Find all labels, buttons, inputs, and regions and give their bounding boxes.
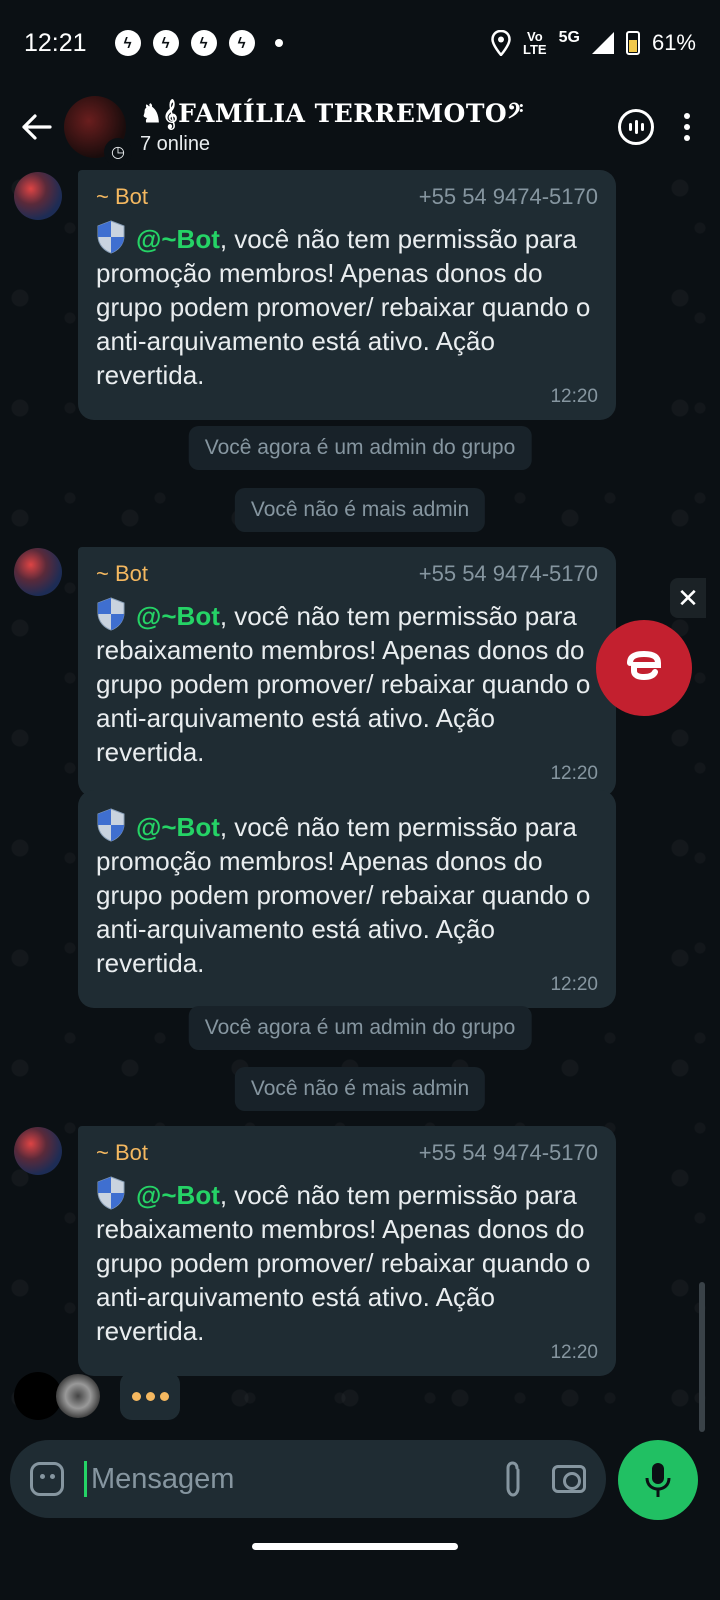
system-message: Você agora é um admin do grupo: [188, 426, 532, 470]
sender-phone: +55 54 9474-5170: [418, 1140, 598, 1165]
home-gesture-pill[interactable]: [252, 1543, 458, 1550]
text-caret: [84, 1461, 87, 1497]
status-bar: 12:21 ϟ ϟ ϟ ϟ Vo LTE 5G 61%: [0, 0, 720, 86]
paperclip-icon[interactable]: [500, 1460, 526, 1498]
signal-icon: [591, 32, 614, 54]
sticker-icon[interactable]: [30, 1462, 64, 1496]
battery-percent: 61%: [651, 30, 696, 55]
more-notifications-dot: [274, 39, 283, 47]
group-info[interactable]: ♞𝄞FAMÍLIA TERREMOTO𝄢 7 online: [140, 99, 524, 156]
network-type: 5G: [558, 29, 580, 46]
status-time: 12:21: [24, 28, 87, 57]
battery-icon: [625, 31, 640, 55]
notification-icons: ϟ ϟ ϟ ϟ: [114, 30, 283, 56]
message-bubble[interactable]: ~ Bot +55 54 9474-5170 @~Bot, você não t…: [78, 1126, 616, 1376]
message-text: @~Bot, você não tem permissão para promo…: [96, 808, 598, 980]
voice-chat-icon[interactable]: [618, 109, 654, 145]
scrollbar-thumb[interactable]: [699, 1282, 705, 1432]
floating-app-bubble[interactable]: [596, 620, 692, 716]
messenger-icon: ϟ: [190, 30, 217, 56]
message-text: @~Bot, você não tem permissão para promo…: [96, 220, 598, 392]
bot-avatar[interactable]: [14, 548, 62, 596]
messenger-icon: ϟ: [114, 30, 141, 56]
bot-avatar[interactable]: [14, 1127, 62, 1175]
camera-icon[interactable]: [552, 1465, 586, 1493]
more-vert-icon[interactable]: [684, 113, 690, 141]
typing-indicator: [14, 1372, 180, 1420]
sender-name[interactable]: ~ Bot: [96, 1140, 148, 1166]
mic-button[interactable]: [618, 1440, 698, 1520]
location-icon: [491, 30, 511, 56]
group-avatar[interactable]: ◷: [64, 96, 132, 166]
status-right: Vo LTE 5G 61%: [491, 29, 696, 57]
group-title: ♞𝄞FAMÍLIA TERREMOTO𝄢: [140, 98, 524, 128]
sender-phone: +55 54 9474-5170: [418, 561, 598, 586]
shield-icon: [97, 597, 125, 631]
message-bubble[interactable]: ~ Bot +55 54 9474-5170 @~Bot, você não t…: [78, 170, 616, 420]
shield-icon: [97, 1176, 125, 1210]
system-navigation-bar: [0, 1528, 720, 1600]
messenger-icon: ϟ: [228, 30, 255, 56]
mention-link[interactable]: @~Bot: [136, 601, 220, 631]
volte-indicator: Vo LTE: [523, 29, 547, 57]
disappearing-timer-icon: ◷: [104, 138, 132, 166]
message-bubble[interactable]: ~ Bot +55 54 9474-5170 @~Bot, você não t…: [78, 547, 616, 797]
arrow-back-icon[interactable]: [10, 100, 64, 154]
close-icon[interactable]: ✕: [670, 578, 706, 618]
mention-link[interactable]: @~Bot: [136, 1180, 220, 1210]
group-subtitle: 7 online: [140, 132, 211, 155]
system-message: Você não é mais admin: [234, 1067, 486, 1111]
typing-dots: [120, 1372, 180, 1420]
messenger-icon: ϟ: [152, 30, 179, 56]
system-message: Você agora é um admin do grupo: [188, 1006, 532, 1050]
system-message: Você não é mais admin: [234, 488, 486, 532]
message-text: @~Bot, você não tem permissão para rebai…: [96, 1176, 598, 1348]
mention-link[interactable]: @~Bot: [136, 224, 220, 254]
message-text: @~Bot, você não tem permissão para rebai…: [96, 597, 598, 769]
typing-user-avatar[interactable]: [14, 1372, 62, 1420]
message-bubble[interactable]: @~Bot, você não tem permissão para promo…: [78, 790, 616, 1008]
sender-name[interactable]: ~ Bot: [96, 561, 148, 587]
bot-avatar[interactable]: [14, 172, 62, 220]
shield-icon: [97, 808, 125, 842]
mention-link[interactable]: @~Bot: [136, 812, 220, 842]
mic-icon: [645, 1463, 671, 1497]
shield-icon: [97, 220, 125, 254]
chat-header: ◷ ♞𝄞FAMÍLIA TERREMOTO𝄢 7 online: [0, 86, 720, 168]
sender-name[interactable]: ~ Bot: [96, 184, 148, 210]
message-input[interactable]: [91, 1462, 490, 1496]
typing-user-avatar[interactable]: [56, 1374, 100, 1418]
app-logo-icon: [627, 651, 661, 681]
message-composer: [10, 1440, 606, 1518]
sender-phone: +55 54 9474-5170: [418, 184, 598, 209]
